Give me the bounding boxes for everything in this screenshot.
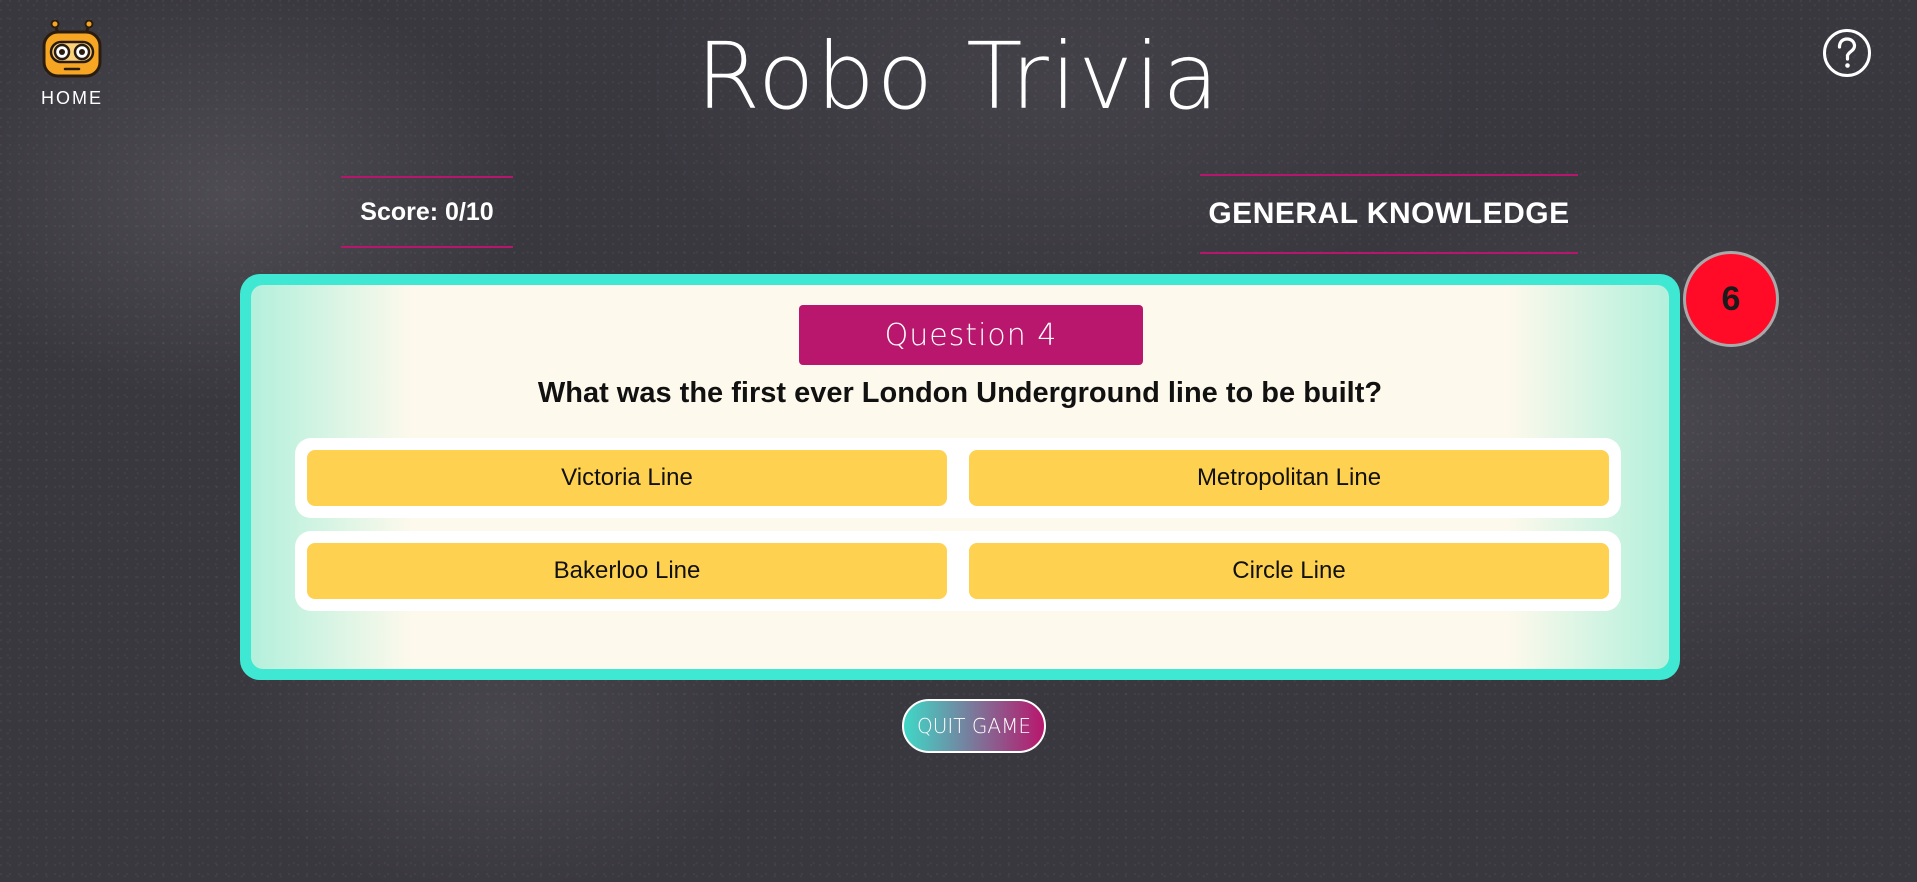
answers-row: Victoria Line Metropolitan Line xyxy=(295,438,1621,518)
answers-row: Bakerloo Line Circle Line xyxy=(295,531,1621,611)
quit-game-label: QUIT GAME xyxy=(917,714,1031,738)
countdown-timer: 6 xyxy=(1683,251,1779,347)
question-circle-icon xyxy=(1823,29,1871,77)
question-text: What was the first ever London Undergrou… xyxy=(537,377,1383,409)
score-text: Score: 0/10 xyxy=(360,197,494,226)
answer-button[interactable]: Victoria Line xyxy=(307,450,947,506)
help-button[interactable] xyxy=(1822,28,1872,78)
question-number-badge: Question 4 xyxy=(799,305,1143,365)
page-title: Robo Trivia xyxy=(696,23,1221,130)
question-number-text: Question 4 xyxy=(884,317,1058,353)
category-display: GENERAL KNOWLEDGE xyxy=(1200,174,1578,254)
answer-button[interactable]: Bakerloo Line xyxy=(307,543,947,599)
timer-value: 6 xyxy=(1721,279,1741,318)
category-text: GENERAL KNOWLEDGE xyxy=(1208,197,1570,230)
score-display: Score: 0/10 xyxy=(341,176,513,248)
answer-button[interactable]: Metropolitan Line xyxy=(969,450,1609,506)
answer-button[interactable]: Circle Line xyxy=(969,543,1609,599)
question-card: Question 4 What was the first ever Londo… xyxy=(240,274,1680,680)
quit-game-button[interactable]: QUIT GAME xyxy=(902,699,1046,753)
question-card-inner: Question 4 What was the first ever Londo… xyxy=(251,285,1669,669)
